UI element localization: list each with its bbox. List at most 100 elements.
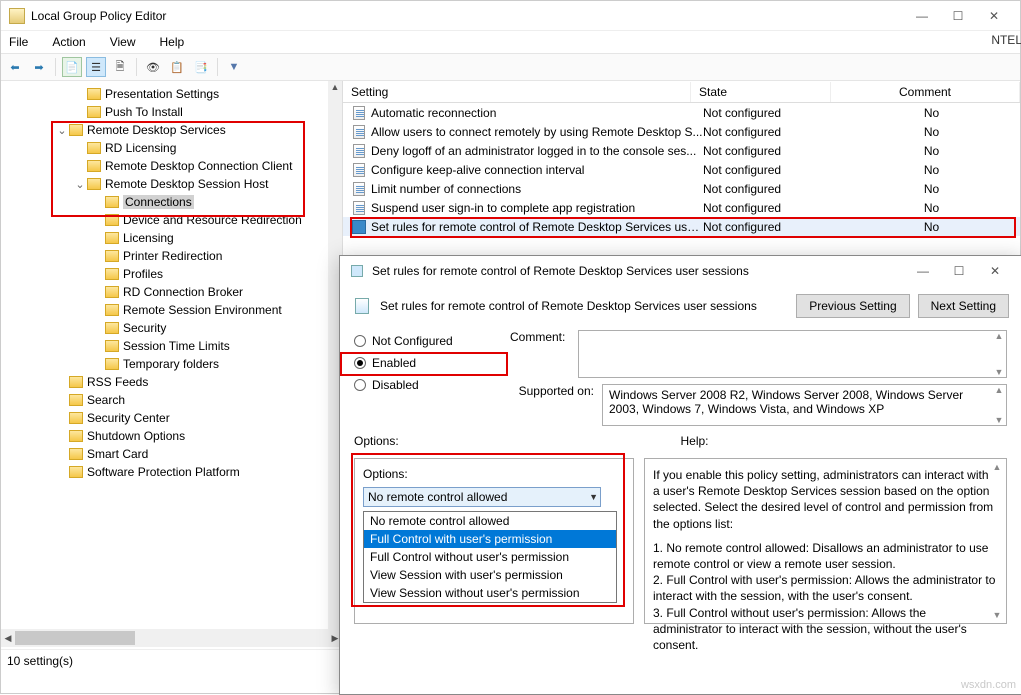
dialog-icon [348,263,366,279]
tree-item-label: Profiles [123,267,163,281]
setting-row[interactable]: Limit number of connectionsNot configure… [343,179,1020,198]
dialog-minimize[interactable]: — [905,259,941,283]
setting-row[interactable]: Automatic reconnectionNot configuredNo [343,103,1020,122]
tree-item[interactable]: Software Protection Platform [1,463,328,481]
menu-file[interactable]: File [5,33,32,51]
radio-enabled[interactable]: Enabled [354,352,496,374]
setting-row[interactable]: Deny logoff of an administrator logged i… [343,141,1020,160]
folder-icon [69,124,83,136]
tree-item[interactable]: RSS Feeds [1,373,328,391]
minimize-button[interactable]: — [904,4,940,28]
setting-name: Allow users to connect remotely by using… [371,125,703,139]
tree-item[interactable]: RD Connection Broker [1,283,328,301]
setting-row[interactable]: Configure keep-alive connection interval… [343,160,1020,179]
toolbar: ⬅ ➡ 📄 ☰ 🗎 👁 📋 📑 ▼ [1,53,1020,81]
help-scroll-down[interactable]: ▼ [990,609,1004,621]
radio-disabled[interactable]: Disabled [354,374,496,396]
tree-item[interactable]: RD Licensing [1,139,328,157]
close-button[interactable]: ✕ [976,4,1012,28]
setting-comment: No [843,106,1020,120]
dropdown-option[interactable]: View Session without user's permission [364,584,616,602]
next-setting-button[interactable]: Next Setting [918,294,1009,318]
tree-item[interactable]: Search [1,391,328,409]
expand-icon[interactable]: ⌄ [55,124,69,137]
app-icon [9,8,25,24]
col-comment[interactable]: Comment [831,82,1020,102]
radio-not-configured[interactable]: Not Configured [354,330,496,352]
tree-item[interactable]: ⌄Remote Desktop Services [1,121,328,139]
tree-item[interactable]: Temporary folders [1,355,328,373]
textarea-scroll-up[interactable]: ▲ [992,331,1006,341]
folder-tree[interactable]: Presentation SettingsPush To Install⌄Rem… [1,81,328,629]
window-title: Local Group Policy Editor [31,9,166,23]
setting-comment: No [843,182,1020,196]
setting-row[interactable]: Set rules for remote control of Remote D… [343,217,1020,236]
up-button[interactable]: 📄 [62,57,82,77]
supported-scroll-down[interactable]: ▼ [992,415,1006,425]
setting-comment: No [843,220,1020,234]
filter-button[interactable]: ▼ [224,57,244,77]
toolbar-btn-2[interactable]: 📋 [167,57,187,77]
toolbar-btn-1[interactable]: ☰ [86,57,106,77]
options-combobox[interactable]: No remote control allowed ▼ [363,487,601,507]
tree-item[interactable]: Shutdown Options [1,427,328,445]
setting-row[interactable]: Suspend user sign-in to complete app reg… [343,198,1020,217]
menu-help[interactable]: Help [156,33,189,51]
dropdown-option[interactable]: Full Control without user's permission [364,548,616,566]
dropdown-option[interactable]: No remote control allowed [364,512,616,530]
folder-icon [105,322,119,334]
tree-item[interactable]: Security Center [1,409,328,427]
gpedit-main-window: Local Group Policy Editor — ☐ ✕ NTEL Fil… [0,0,1021,694]
setting-row[interactable]: Allow users to connect remotely by using… [343,122,1020,141]
policy-icon [352,296,372,316]
textarea-scroll-down[interactable]: ▼ [992,367,1006,377]
tree-item[interactable]: ⌄Remote Desktop Session Host [1,175,328,193]
dropdown-option[interactable]: Full Control with user's permission [364,530,616,548]
tree-horizontal-scrollbar[interactable]: ◀ ▶ [1,629,342,647]
setting-name: Limit number of connections [371,182,703,196]
folder-icon [105,304,119,316]
properties-button[interactable]: 👁 [143,57,163,77]
dialog-close[interactable]: ✕ [977,259,1013,283]
hscroll-thumb[interactable] [15,631,135,645]
folder-icon [105,232,119,244]
tree-item-label: RD Connection Broker [123,285,243,299]
options-header: Options: [354,434,681,448]
supported-scroll-up[interactable]: ▲ [992,385,1006,395]
dialog-titlebar[interactable]: Set rules for remote control of Remote D… [340,256,1021,286]
tree-item[interactable]: Profiles [1,265,328,283]
dropdown-option[interactable]: View Session with user's permission [364,566,616,584]
scroll-left-arrow[interactable]: ◀ [1,633,15,644]
forward-button[interactable]: ➡ [29,57,49,77]
tree-item[interactable]: Session Time Limits [1,337,328,355]
tree-item[interactable]: Push To Install [1,103,328,121]
tree-item[interactable]: Remote Session Environment [1,301,328,319]
options-dropdown[interactable]: No remote control allowedFull Control wi… [363,511,617,603]
menu-view[interactable]: View [106,33,140,51]
tree-item[interactable]: Presentation Settings [1,85,328,103]
comment-textarea[interactable]: ▲ ▼ [578,330,1007,378]
menu-action[interactable]: Action [48,33,89,51]
tree-item[interactable]: Security [1,319,328,337]
col-state[interactable]: State [691,82,831,102]
tree-item[interactable]: Connections [1,193,328,211]
scroll-up-arrow[interactable]: ▲ [328,81,342,93]
status-bar: 10 setting(s) [1,649,342,693]
previous-setting-button[interactable]: Previous Setting [796,294,909,318]
tree-item[interactable]: Licensing [1,229,328,247]
tree-item-label: Remote Session Environment [123,303,282,317]
tree-item[interactable]: Device and Resource Redirection [1,211,328,229]
settings-list[interactable]: Automatic reconnectionNot configuredNo Al… [343,103,1020,236]
tree-item[interactable]: Printer Redirection [1,247,328,265]
expand-icon[interactable]: ⌄ [73,178,87,191]
refresh-button[interactable]: 🗎 [110,57,130,77]
tree-item[interactable]: Smart Card [1,445,328,463]
titlebar[interactable]: Local Group Policy Editor — ☐ ✕ [1,1,1020,31]
help-scroll-up[interactable]: ▲ [990,461,1004,473]
toolbar-btn-3[interactable]: 📑 [191,57,211,77]
dialog-maximize[interactable]: ☐ [941,259,977,283]
tree-item[interactable]: Remote Desktop Connection Client [1,157,328,175]
back-button[interactable]: ⬅ [5,57,25,77]
maximize-button[interactable]: ☐ [940,4,976,28]
col-setting[interactable]: Setting [343,82,691,102]
